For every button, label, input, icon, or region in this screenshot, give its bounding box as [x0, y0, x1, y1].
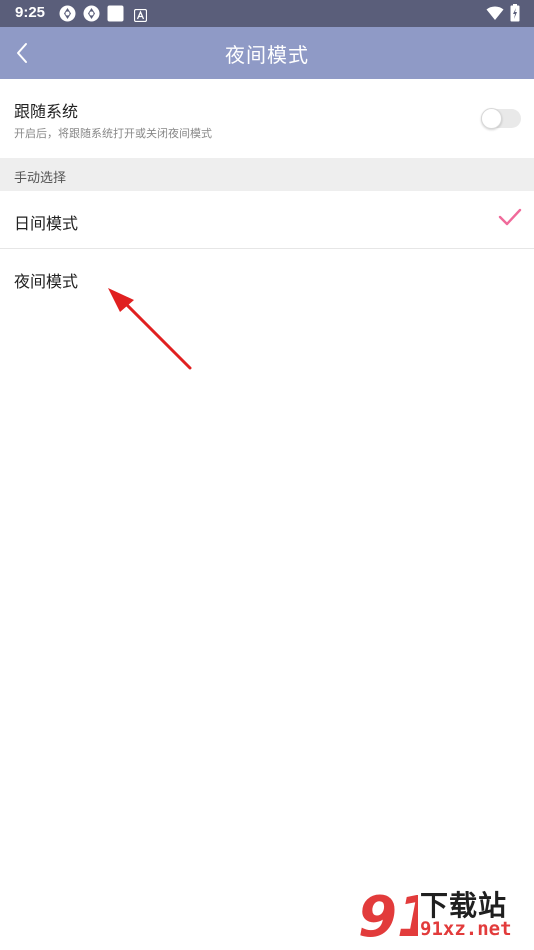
- battery-charging-icon: [510, 4, 520, 22]
- manual-select-header: 手动选择: [0, 158, 534, 191]
- check-icon: [498, 208, 522, 226]
- status-bar: 9:25: [0, 0, 534, 27]
- follow-system-title: 跟随系统: [14, 102, 79, 121]
- follow-system-row: 跟随系统 开启后，将跟随系统打开或关闭夜间模式: [0, 79, 534, 158]
- sync-icon: [59, 5, 76, 26]
- toggle-knob: [481, 108, 502, 129]
- svg-text:91: 91: [358, 885, 418, 946]
- option-night-mode[interactable]: 夜间模式: [0, 249, 534, 306]
- app-bar: 夜间模式: [0, 27, 534, 79]
- section-label: 手动选择: [14, 171, 67, 186]
- sync-icon: [83, 5, 100, 26]
- app-square-icon: [107, 5, 124, 26]
- wifi-icon: [486, 6, 504, 20]
- font-a-icon: [133, 7, 148, 26]
- watermark-url: 91xz.net: [420, 918, 512, 940]
- follow-system-toggle[interactable]: [481, 108, 521, 129]
- page-title: 夜间模式: [225, 43, 309, 67]
- annotation-arrow: [108, 288, 192, 370]
- status-time: 9:25: [15, 4, 46, 21]
- option-day-mode[interactable]: 日间模式: [0, 191, 534, 248]
- option-day-mode-label: 日间模式: [14, 214, 79, 233]
- watermark: 91 下载站 91xz.net: [354, 880, 534, 950]
- option-night-mode-label: 夜间模式: [14, 272, 79, 291]
- follow-system-description: 开启后，将跟随系统打开或关闭夜间模式: [14, 127, 212, 140]
- watermark-logo: 91: [358, 885, 418, 946]
